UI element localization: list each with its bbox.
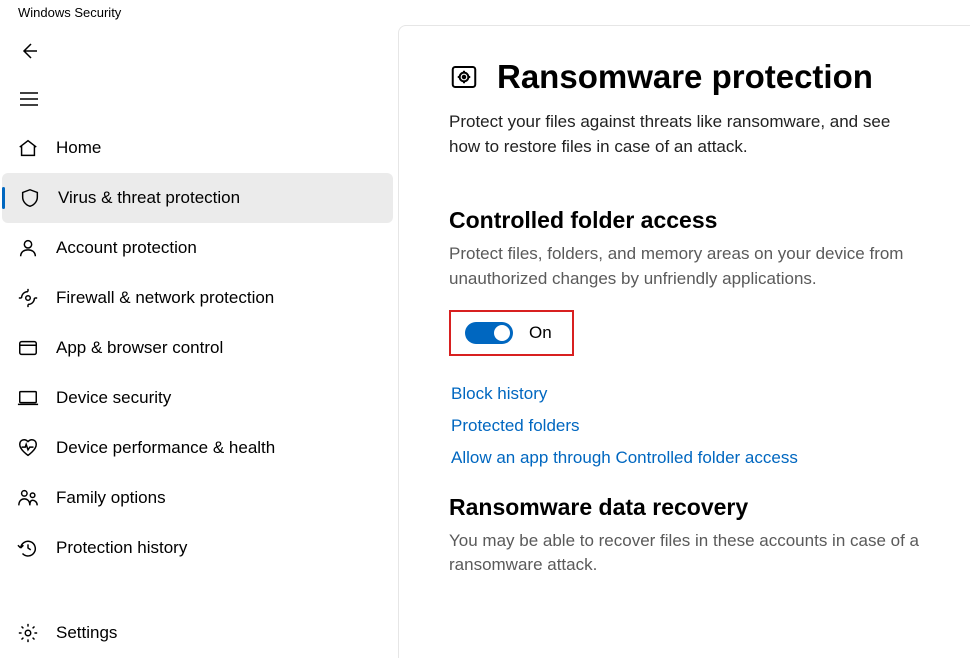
link-protected-folders[interactable]: Protected folders bbox=[451, 416, 920, 436]
nav-label: Home bbox=[56, 138, 101, 158]
nav-label: Settings bbox=[56, 623, 117, 643]
home-icon bbox=[0, 137, 56, 159]
nav-item-settings[interactable]: Settings bbox=[0, 608, 398, 658]
nav-label: Device security bbox=[56, 388, 171, 408]
main-content: Ransomware protection Protect your files… bbox=[398, 25, 970, 658]
hamburger-button[interactable] bbox=[5, 79, 53, 119]
nav-label: Firewall & network protection bbox=[56, 288, 274, 308]
nav-label: Virus & threat protection bbox=[58, 188, 240, 208]
nav-item-home[interactable]: Home bbox=[0, 123, 398, 173]
recovery-desc: You may be able to recover files in thes… bbox=[449, 529, 919, 578]
toggle-knob bbox=[494, 325, 510, 341]
sidebar: Home Virus & threat protection Acco bbox=[0, 25, 398, 658]
back-button[interactable] bbox=[5, 31, 53, 71]
window-title: Windows Security bbox=[0, 0, 970, 25]
nav-item-virus[interactable]: Virus & threat protection bbox=[2, 173, 393, 223]
nav-item-appbrowser[interactable]: App & browser control bbox=[0, 323, 398, 373]
heartbeat-icon bbox=[0, 437, 56, 459]
link-allow-app[interactable]: Allow an app through Controlled folder a… bbox=[451, 448, 920, 468]
nav-label: Device performance & health bbox=[56, 438, 275, 458]
app-browser-icon bbox=[0, 337, 56, 359]
nav-label: App & browser control bbox=[56, 338, 223, 358]
history-icon bbox=[0, 537, 56, 559]
controlled-folder-desc: Protect files, folders, and memory areas… bbox=[449, 242, 919, 291]
link-block-history[interactable]: Block history bbox=[451, 384, 920, 404]
ransomware-icon bbox=[449, 62, 479, 92]
device-icon bbox=[0, 387, 56, 409]
page-title: Ransomware protection bbox=[497, 58, 873, 96]
nav-label: Protection history bbox=[56, 538, 187, 558]
controlled-folder-toggle-highlight: On bbox=[449, 310, 574, 356]
nav-item-family[interactable]: Family options bbox=[0, 473, 398, 523]
gear-icon bbox=[0, 622, 56, 644]
controlled-folder-links: Block history Protected folders Allow an… bbox=[449, 384, 920, 468]
page-subtitle: Protect your files against threats like … bbox=[449, 110, 919, 159]
nav-item-device[interactable]: Device security bbox=[0, 373, 398, 423]
toggle-state-label: On bbox=[529, 323, 552, 343]
controlled-folder-title: Controlled folder access bbox=[449, 207, 920, 234]
hamburger-icon bbox=[20, 92, 38, 106]
family-icon bbox=[0, 487, 56, 509]
recovery-title: Ransomware data recovery bbox=[449, 494, 920, 521]
nav-list: Home Virus & threat protection Acco bbox=[0, 123, 398, 573]
nav-item-performance[interactable]: Device performance & health bbox=[0, 423, 398, 473]
firewall-icon bbox=[0, 287, 56, 309]
nav-label: Account protection bbox=[56, 238, 197, 258]
shield-icon bbox=[2, 187, 58, 209]
nav-item-history[interactable]: Protection history bbox=[0, 523, 398, 573]
account-icon bbox=[0, 237, 56, 259]
nav-item-account[interactable]: Account protection bbox=[0, 223, 398, 273]
arrow-left-icon bbox=[19, 41, 39, 61]
nav-item-firewall[interactable]: Firewall & network protection bbox=[0, 273, 398, 323]
nav-label: Family options bbox=[56, 488, 166, 508]
controlled-folder-toggle[interactable] bbox=[465, 322, 513, 344]
